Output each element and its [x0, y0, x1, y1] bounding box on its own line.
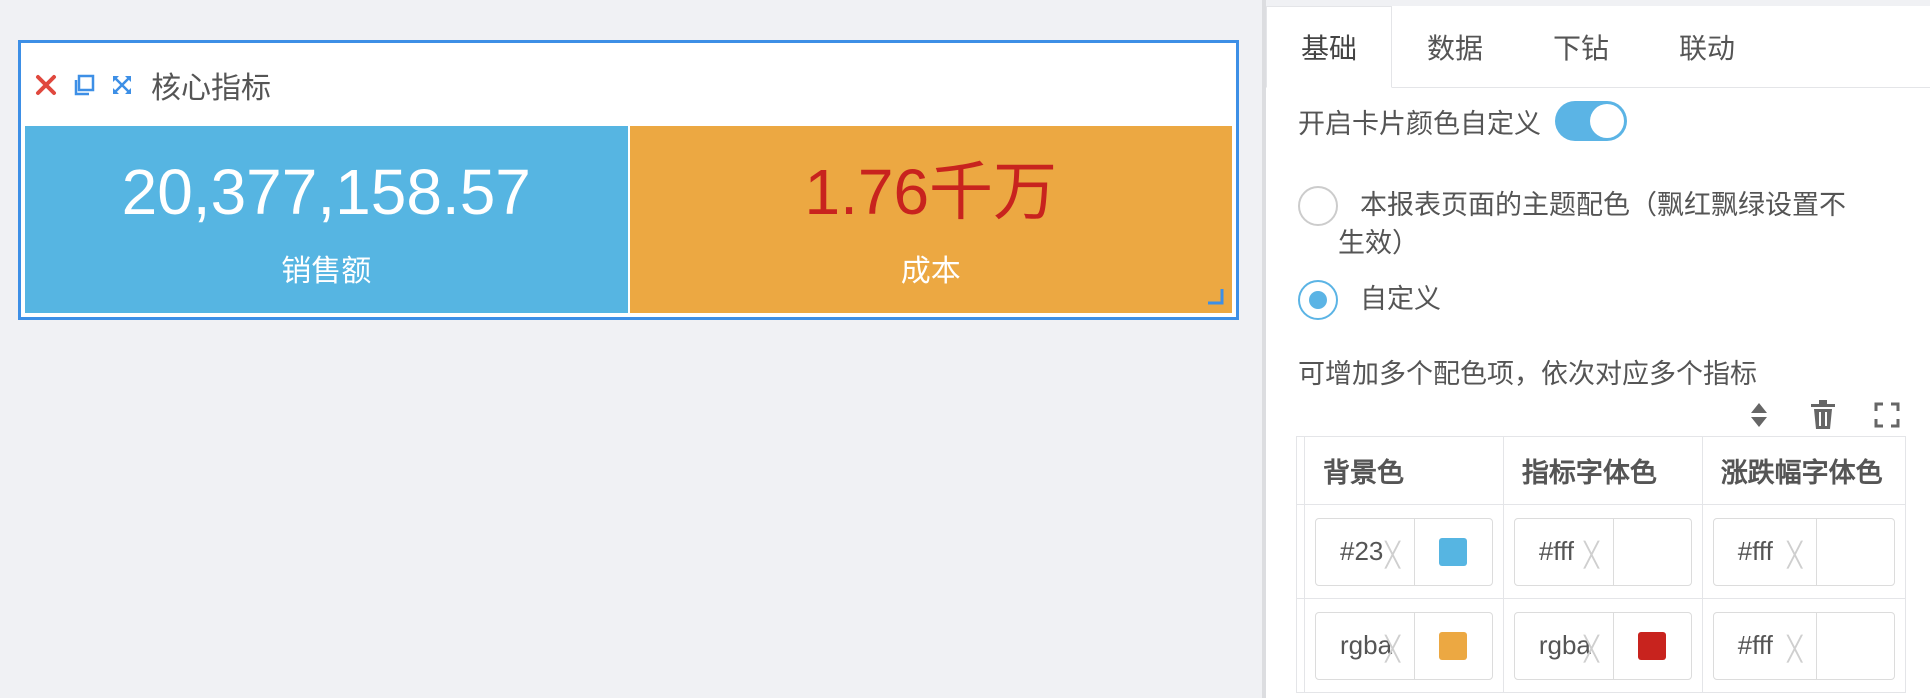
kpi-value: 1.76千万 [804, 156, 1058, 228]
card-color-toggle-label: 开启卡片颜色自定义 [1298, 108, 1541, 139]
color-swatch [1638, 631, 1667, 660]
clear-icon[interactable]: ╳ [1385, 635, 1399, 664]
radio-theme-label-line1: 本报表页面的主题配色（飘红飘绿设置不 [1360, 190, 1846, 220]
table-cell: #fff ╳ [1502, 504, 1703, 599]
color-swatch-button[interactable] [1413, 518, 1492, 585]
color-swatch [1439, 631, 1468, 660]
clear-icon[interactable]: ╳ [1584, 541, 1598, 570]
kpi-value: 20,377,158.57 [121, 156, 531, 228]
tab-data[interactable]: 数据 [1392, 6, 1518, 88]
clear-icon[interactable]: ╳ [1788, 635, 1802, 664]
color-swatch-button[interactable] [1612, 518, 1691, 585]
kpi-widget[interactable]: 核心指标 20,377,158.57 销售额 1.76千万 成本 [18, 40, 1239, 320]
close-icon[interactable] [33, 72, 59, 98]
table-cell: rgba ╳ [1304, 598, 1504, 693]
tab-drilldown[interactable]: 下钻 [1518, 6, 1644, 88]
table-cell: #fff ╳ [1701, 504, 1907, 599]
tab-basic[interactable]: 基础 [1266, 6, 1392, 88]
col-header-metric-font: 指标字体色 [1502, 436, 1703, 505]
table-cell: #23 ╳ [1304, 504, 1504, 599]
color-swatch-button[interactable] [1816, 518, 1894, 585]
sort-icon[interactable] [1744, 400, 1774, 430]
color-input[interactable]: rgba ╳ [1515, 613, 1613, 679]
color-picker: rgba ╳ [1315, 611, 1493, 680]
panel-tabs: 基础 数据 下钻 联动 [1266, 6, 1930, 88]
card-color-toggle[interactable] [1555, 101, 1627, 141]
dashboard-canvas: 核心指标 20,377,158.57 销售额 1.76千万 成本 [0, 0, 1262, 698]
expand-icon[interactable] [109, 72, 135, 98]
kpi-cards: 20,377,158.57 销售额 1.76千万 成本 [25, 126, 1232, 313]
color-config-table: 背景色 指标字体色 涨跌幅字体色 #23 ╳ #fff ╳ #fff ╳ rgba ╳ rgba… [1296, 436, 1907, 693]
fullscreen-icon[interactable] [1872, 400, 1902, 430]
col-header-bg: 背景色 [1304, 436, 1504, 505]
color-value: #fff [1737, 630, 1773, 660]
kpi-card-cost[interactable]: 1.76千万 成本 [627, 126, 1232, 313]
color-input[interactable]: #fff ╳ [1515, 519, 1613, 585]
color-picker: #fff ╳ [1712, 517, 1895, 586]
radio-theme-row[interactable]: 本报表页面的主题配色（飘红飘绿设置不生效） [1298, 186, 1870, 262]
properties-panel: 基础 数据 下钻 联动 开启卡片颜色自定义 本报表页面的主题配色（飘红飘绿设置不… [1266, 0, 1930, 698]
kpi-label: 成本 [900, 255, 961, 288]
toggle-knob [1590, 104, 1624, 138]
resize-handle-icon[interactable] [1206, 287, 1224, 305]
color-picker: #fff ╳ [1513, 517, 1692, 586]
color-input[interactable]: #23 ╳ [1316, 519, 1414, 585]
widget-header: 核心指标 [21, 43, 1236, 126]
radio-custom-label: 自定义 [1360, 284, 1441, 314]
color-picker: #23 ╳ [1315, 517, 1493, 586]
table-cell: rgba ╳ [1502, 598, 1703, 693]
col-header-change-font: 涨跌幅字体色 [1701, 436, 1907, 505]
color-swatch [1841, 537, 1870, 566]
radio-theme[interactable] [1298, 186, 1338, 226]
radio-custom[interactable] [1298, 280, 1338, 320]
radio-custom-row[interactable]: 自定义 [1298, 280, 1870, 320]
radio-theme-label-line2: 生效） [1338, 228, 1419, 258]
color-swatch-button[interactable] [1413, 612, 1492, 679]
clear-icon[interactable]: ╳ [1584, 635, 1598, 664]
table-row: #23 ╳ #fff ╳ #fff ╳ [1296, 504, 1907, 599]
table-tools [1744, 400, 1902, 430]
table-cell: #fff ╳ [1701, 598, 1907, 693]
table-row: rgba ╳ rgba ╳ #fff ╳ [1296, 598, 1907, 693]
radio-theme-label: 本报表页面的主题配色（飘红飘绿设置不生效） [1338, 186, 1870, 262]
clear-icon[interactable]: ╳ [1788, 541, 1802, 570]
color-swatch [1841, 631, 1870, 660]
color-swatch-button[interactable] [1816, 612, 1894, 679]
color-value: #fff [1737, 536, 1773, 566]
tab-linkage[interactable]: 联动 [1644, 6, 1770, 88]
color-swatch-button[interactable] [1612, 612, 1691, 679]
card-color-toggle-row: 开启卡片颜色自定义 [1298, 101, 1627, 141]
kpi-label: 销售额 [281, 255, 372, 288]
color-value: #fff [1538, 536, 1575, 566]
widget-title: 核心指标 [151, 71, 271, 105]
color-picker: rgba ╳ [1513, 611, 1692, 680]
color-picker: #fff ╳ [1712, 611, 1895, 680]
color-swatch [1439, 537, 1468, 566]
copy-icon[interactable] [71, 72, 97, 98]
clear-icon[interactable]: ╳ [1385, 541, 1399, 570]
trash-icon[interactable] [1808, 400, 1838, 430]
color-items-hint: 可增加多个配色项，依次对应多个指标 [1298, 359, 1757, 389]
color-input[interactable]: #fff ╳ [1714, 519, 1816, 585]
color-value: #23 [1340, 536, 1384, 566]
kpi-card-sales[interactable]: 20,377,158.57 销售额 [25, 126, 628, 313]
color-swatch [1638, 537, 1667, 566]
color-input[interactable]: #fff ╳ [1714, 613, 1816, 679]
color-input[interactable]: rgba ╳ [1316, 613, 1414, 679]
